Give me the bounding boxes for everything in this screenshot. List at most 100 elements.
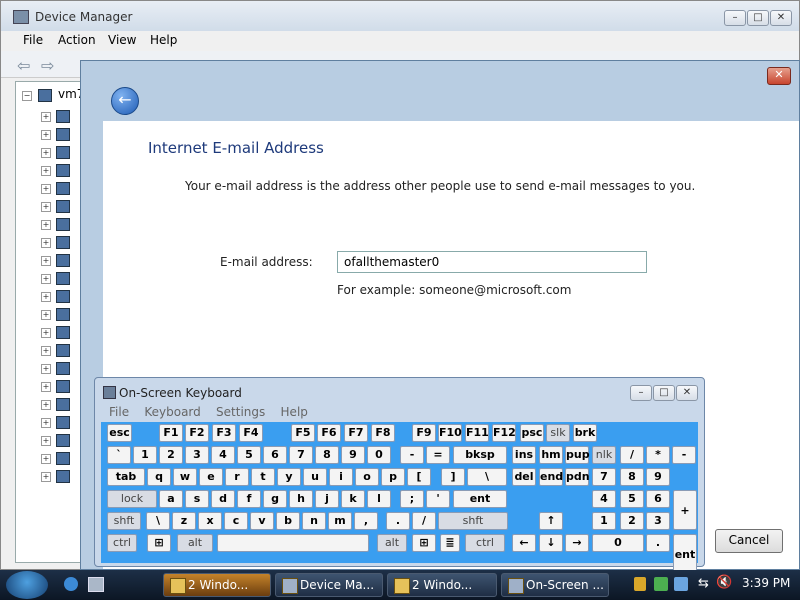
tree-expander[interactable]: + — [41, 202, 51, 212]
key[interactable]: ` — [107, 446, 131, 464]
key[interactable]: . — [386, 512, 410, 530]
key[interactable]: alt — [177, 534, 213, 552]
tree-expander[interactable]: + — [41, 418, 51, 428]
key[interactable]: w — [173, 468, 197, 486]
key[interactable]: f — [237, 490, 261, 508]
tree-expander[interactable]: + — [41, 328, 51, 338]
tree-expander[interactable]: + — [41, 238, 51, 248]
key[interactable]: c — [224, 512, 248, 530]
minimize-button[interactable]: – — [724, 10, 746, 26]
key[interactable]: F9 — [412, 424, 436, 442]
ie-icon[interactable] — [64, 577, 78, 591]
key[interactable]: ⊞ — [147, 534, 171, 552]
key[interactable]: v — [250, 512, 274, 530]
key[interactable]: k — [341, 490, 365, 508]
key[interactable]: F1 — [159, 424, 183, 442]
key[interactable] — [217, 534, 369, 552]
tree-expander[interactable]: + — [41, 346, 51, 356]
key[interactable]: \ — [146, 512, 170, 530]
tree-expander[interactable]: + — [41, 364, 51, 374]
key[interactable]: pup — [565, 446, 590, 464]
key[interactable]: / — [620, 446, 644, 464]
security-icon[interactable] — [634, 577, 646, 591]
key[interactable]: 1 — [592, 512, 616, 530]
device-category-icon[interactable] — [56, 344, 70, 357]
forward-arrow-icon[interactable]: ⇨ — [41, 56, 54, 75]
key[interactable]: \ — [467, 468, 507, 486]
key[interactable]: del — [512, 468, 536, 486]
key[interactable]: * — [646, 446, 670, 464]
device-category-icon[interactable] — [56, 128, 70, 141]
key[interactable]: ctrl — [465, 534, 505, 552]
key[interactable]: t — [251, 468, 275, 486]
tray-app-icon[interactable] — [674, 577, 688, 591]
device-category-icon[interactable] — [56, 272, 70, 285]
key[interactable]: F5 — [291, 424, 315, 442]
device-category-icon[interactable] — [56, 362, 70, 375]
osk-menu-settings[interactable]: Settings — [216, 405, 265, 419]
key[interactable]: ' — [426, 490, 450, 508]
taskbar-button-device-manager[interactable]: Device Ma... — [275, 573, 383, 597]
device-category-icon[interactable] — [56, 434, 70, 447]
osk-menu-help[interactable]: Help — [281, 405, 308, 419]
key[interactable]: ← — [512, 534, 536, 552]
key[interactable]: 3 — [185, 446, 209, 464]
key[interactable]: b — [276, 512, 300, 530]
tree-expander[interactable]: + — [41, 148, 51, 158]
osk-menu-file[interactable]: File — [109, 405, 129, 419]
taskbar-button-windows-2[interactable]: 2 Windo... — [387, 573, 497, 597]
key[interactable]: 7 — [289, 446, 313, 464]
key[interactable]: ↑ — [539, 512, 563, 530]
tree-expander[interactable]: + — [41, 220, 51, 230]
key[interactable]: 5 — [237, 446, 261, 464]
tree-expander[interactable]: + — [41, 310, 51, 320]
close-button[interactable]: ✕ — [770, 10, 792, 26]
key[interactable]: hm — [539, 446, 563, 464]
tree-expander[interactable]: + — [41, 472, 51, 482]
key[interactable]: o — [355, 468, 379, 486]
key[interactable]: 0 — [592, 534, 644, 552]
key[interactable]: 2 — [159, 446, 183, 464]
key[interactable]: bksp — [453, 446, 507, 464]
key[interactable]: shft — [438, 512, 508, 530]
key[interactable]: s — [185, 490, 209, 508]
device-category-icon[interactable] — [56, 308, 70, 321]
taskbar-button-on-screen-keyboard[interactable]: On-Screen ... — [501, 573, 609, 597]
key[interactable]: = — [426, 446, 450, 464]
tree-expander[interactable]: + — [41, 184, 51, 194]
key[interactable]: 0 — [367, 446, 391, 464]
key[interactable]: n — [302, 512, 326, 530]
key[interactable]: 8 — [620, 468, 644, 486]
key[interactable]: end — [539, 468, 563, 486]
key[interactable]: q — [147, 468, 171, 486]
osk-menu-keyboard[interactable]: Keyboard — [144, 405, 200, 419]
device-category-icon[interactable] — [56, 290, 70, 303]
menu-help[interactable]: Help — [150, 33, 177, 47]
back-arrow-icon[interactable]: ⇦ — [17, 56, 30, 75]
key[interactable]: y — [277, 468, 301, 486]
device-category-icon[interactable] — [56, 200, 70, 213]
key[interactable]: F6 — [317, 424, 341, 442]
key[interactable]: F3 — [212, 424, 236, 442]
key[interactable]: ctrl — [107, 534, 137, 552]
key[interactable]: nlk — [592, 446, 616, 464]
key[interactable]: z — [172, 512, 196, 530]
device-category-icon[interactable] — [56, 110, 70, 123]
key[interactable]: a — [159, 490, 183, 508]
tree-expander[interactable]: + — [41, 274, 51, 284]
key[interactable]: , — [354, 512, 378, 530]
key[interactable]: 1 — [133, 446, 157, 464]
key[interactable]: 7 — [592, 468, 616, 486]
key[interactable]: ↓ — [539, 534, 563, 552]
key[interactable]: slk — [546, 424, 570, 442]
email-field[interactable]: ofallthemaster0 — [337, 251, 647, 273]
start-button[interactable] — [6, 571, 48, 599]
maximize-button[interactable]: □ — [747, 10, 769, 26]
tree-expander[interactable]: + — [41, 130, 51, 140]
key[interactable]: 6 — [263, 446, 287, 464]
osk-maximize-button[interactable]: □ — [653, 385, 675, 401]
key[interactable]: . — [646, 534, 670, 552]
device-category-icon[interactable] — [56, 452, 70, 465]
network-icon[interactable]: ⇆ — [698, 576, 709, 591]
key[interactable]: F8 — [371, 424, 395, 442]
